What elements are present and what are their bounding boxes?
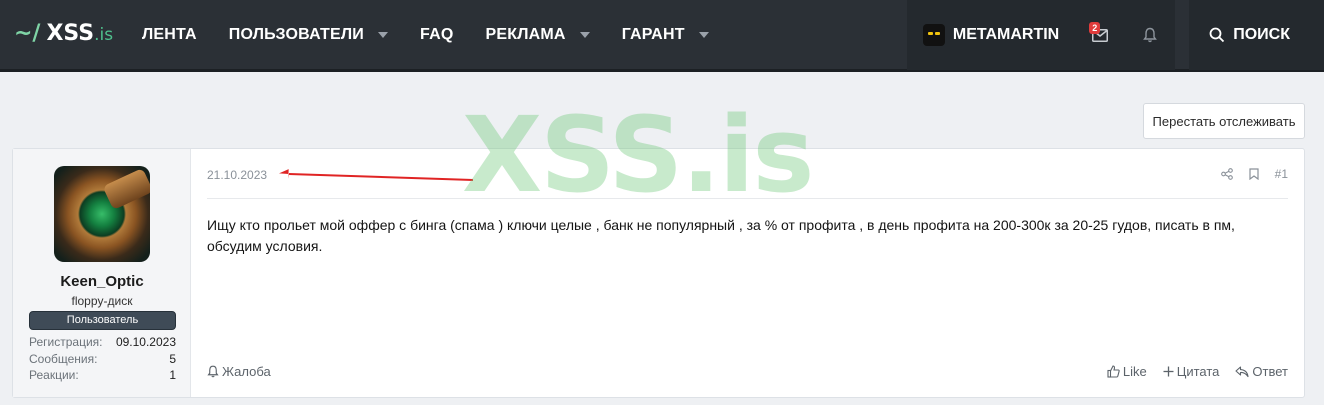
author-banner: Пользователь — [29, 311, 176, 330]
author-title: floppy-диск — [71, 294, 133, 308]
stat-value: 5 — [169, 351, 176, 366]
stat-value: 1 — [169, 368, 176, 382]
account-name: METAMARTIN — [952, 26, 1060, 43]
nav-item-faq[interactable]: FAQ — [404, 0, 470, 70]
nav-label: ЛЕНТА — [142, 26, 197, 43]
post-footer-left: Жалоба — [207, 364, 271, 379]
inbox-button[interactable]: 2 — [1075, 0, 1126, 70]
nav-item-users[interactable]: ПОЛЬЗОВАТЕЛИ — [213, 0, 404, 70]
post-header-divider — [207, 198, 1288, 199]
quote-label: Цитата — [1176, 364, 1220, 379]
search-label: ПОИСК — [1233, 26, 1290, 43]
stat-reactions: Реакции: 1 — [29, 368, 176, 385]
post-main: 21.10.2023 #1 Ищу кто прольет мой оффер … — [191, 149, 1304, 397]
bell-icon — [207, 365, 219, 378]
report-button[interactable]: Жалоба — [207, 364, 271, 379]
post-date[interactable]: 21.10.2023 — [207, 168, 267, 182]
post: Keen_Optic floppy-диск Пользователь Реги… — [12, 148, 1305, 398]
post-tools: #1 — [1205, 167, 1288, 181]
post-number[interactable]: #1 — [1275, 167, 1288, 181]
account-menu[interactable]: METAMARTIN — [906, 0, 1076, 70]
chevron-down-icon[interactable] — [698, 32, 709, 38]
chevron-down-icon[interactable] — [579, 32, 590, 38]
stat-messages: Сообщения: 5 — [29, 352, 176, 369]
post-body: Ищу кто прольет мой оффер с бинга (спама… — [207, 217, 1235, 254]
account-avatar — [922, 24, 945, 46]
report-label: Жалоба — [222, 364, 271, 379]
nav-item-feed[interactable]: ЛЕНТА — [126, 0, 213, 70]
logo-name: XSS — [46, 21, 95, 46]
inbox-badge: 2 — [1089, 22, 1101, 34]
reply-icon — [1235, 365, 1249, 377]
author-stats: Регистрация: 09.10.2023 Сообщения: 5 Реакц… — [29, 335, 176, 385]
stat-label: Регистрация: — [29, 335, 103, 349]
like-button[interactable]: Like — [1107, 364, 1147, 379]
search-button[interactable]: ПОИСК — [1189, 0, 1324, 70]
post-footer-right: Like Цитата Ответ — [1091, 364, 1288, 379]
thumbs-up-icon — [1107, 365, 1120, 378]
search-icon — [1209, 27, 1225, 43]
stat-registration: Регистрация: 09.10.2023 — [29, 335, 176, 352]
share-icon[interactable] — [1220, 168, 1233, 180]
nav-item-guarantor[interactable]: ГАРАНТ — [606, 0, 725, 70]
unwatch-thread-button[interactable]: Перестать отслеживать — [1143, 103, 1305, 139]
stat-label: Реакции: — [29, 368, 79, 382]
nav-label: FAQ — [420, 26, 454, 43]
bell-icon — [1143, 27, 1158, 43]
author-name[interactable]: Keen_Optic — [13, 273, 191, 290]
nav-label: ПОЛЬЗОВАТЕЛИ — [228, 26, 365, 43]
stat-label: Сообщения: — [29, 351, 98, 366]
main-nav: ЛЕНТА ПОЛЬЗОВАТЕЛИ FAQ РЕКЛАМА ГАРАНТ — [126, 0, 725, 70]
chevron-down-icon[interactable] — [378, 32, 389, 38]
alerts-button[interactable] — [1125, 0, 1176, 70]
quote-button[interactable]: Цитата — [1163, 364, 1220, 379]
reply-button[interactable]: Ответ — [1235, 364, 1288, 379]
red-arrow-annotation — [279, 169, 474, 181]
nav-right-group: METAMARTIN 2 ПОИСК — [906, 0, 1324, 70]
nav-label: ГАРАНТ — [621, 26, 685, 43]
plus-icon — [1163, 366, 1174, 377]
nav-item-ads[interactable]: РЕКЛАМА — [470, 0, 606, 70]
reply-label: Ответ — [1252, 364, 1288, 379]
post-footer: Жалоба Like Цитата Ответ — [207, 364, 1288, 379]
stat-value: 09.10.2023 — [115, 335, 176, 349]
post-author-pane: Keen_Optic floppy-диск Пользователь Реги… — [13, 149, 191, 397]
logo-tilde: ~/ — [14, 21, 41, 46]
author-avatar[interactable] — [54, 166, 150, 262]
top-navigation-bar: ~/ XSS .is ЛЕНТА ПОЛЬЗОВАТЕЛИ FAQ РЕКЛАМ… — [0, 0, 1324, 72]
bookmark-icon[interactable] — [1249, 168, 1259, 180]
nav-label: РЕКЛАМА — [485, 26, 566, 43]
site-logo[interactable]: ~/ XSS .is — [14, 21, 113, 51]
like-label: Like — [1122, 364, 1147, 379]
logo-tld: .is — [94, 25, 114, 45]
